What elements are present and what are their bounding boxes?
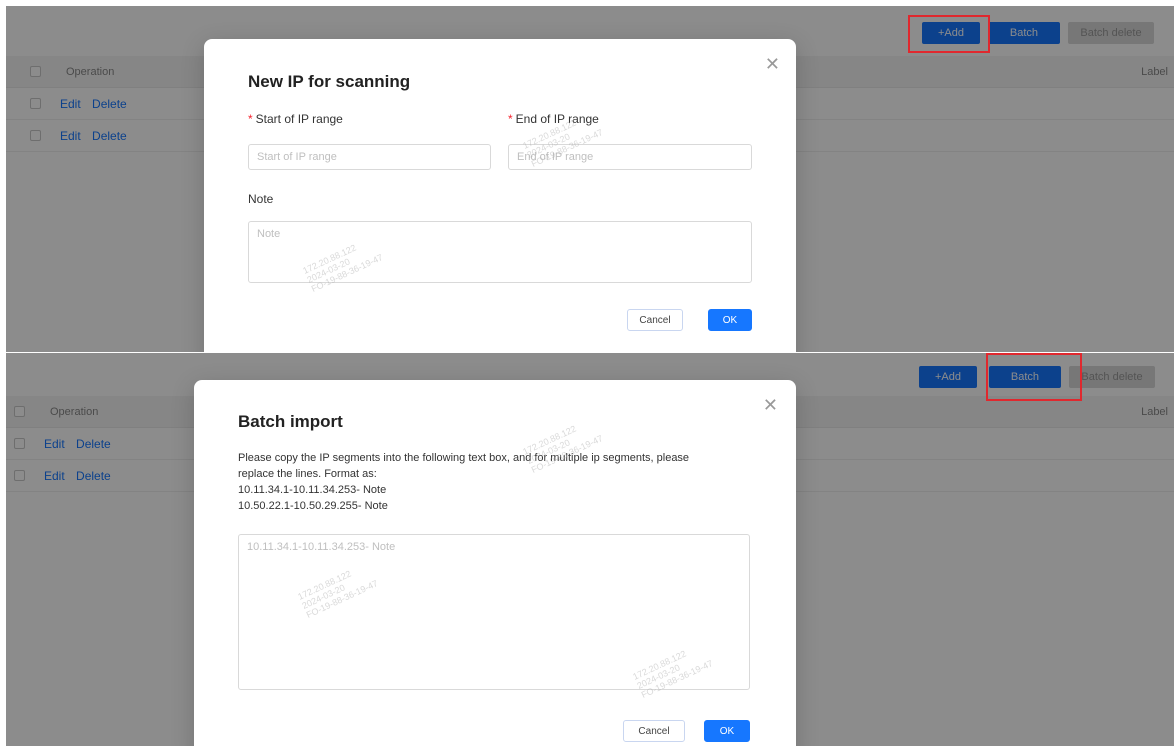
end-ip-input[interactable] (508, 144, 752, 170)
ok-button[interactable]: OK (708, 309, 752, 331)
format-example: 10.11.34.1-10.11.34.253- Note (238, 484, 387, 496)
format-example: 10.50.22.1-10.50.29.255- Note (238, 500, 388, 512)
close-icon[interactable]: ✕ (765, 55, 780, 73)
batch-ip-textarea[interactable] (238, 534, 750, 690)
modal-title: Batch import (238, 412, 343, 431)
instruction-line: replace the lines. Format as: (238, 468, 377, 480)
instruction-line: Please copy the IP segments into the fol… (238, 452, 690, 464)
start-ip-input[interactable] (248, 144, 491, 170)
modal-title: New IP for scanning (248, 72, 411, 91)
instruction-text: Please copy the IP segments into the fol… (238, 450, 689, 514)
new-ip-screen: +Add Batch Add Batch delete Operation La… (6, 6, 1174, 353)
cancel-button[interactable]: Cancel (627, 309, 683, 331)
note-label: Note (248, 192, 274, 206)
end-ip-label: * End of IP range (508, 112, 599, 126)
new-ip-modal: New IP for scanning ✕ * Start of IP range… (204, 39, 796, 353)
end-ip-label-text: End of IP range (515, 112, 599, 126)
required-marker: * (508, 112, 513, 126)
batch-add-button-highlight (986, 353, 1082, 401)
add-button-highlight (908, 15, 990, 53)
required-marker: * (248, 112, 253, 126)
cancel-button[interactable]: Cancel (623, 720, 685, 742)
note-textarea[interactable] (248, 221, 752, 283)
start-ip-label: * Start of IP range (248, 112, 343, 126)
ok-button[interactable]: OK (704, 720, 750, 742)
start-ip-label-text: Start of IP range (255, 112, 343, 126)
batch-import-modal: Batch import ✕ Please copy the IP segmen… (194, 380, 796, 746)
batch-import-screen: +Add Batch Add Batch delete Operation La… (6, 353, 1174, 746)
close-icon[interactable]: ✕ (763, 396, 778, 414)
